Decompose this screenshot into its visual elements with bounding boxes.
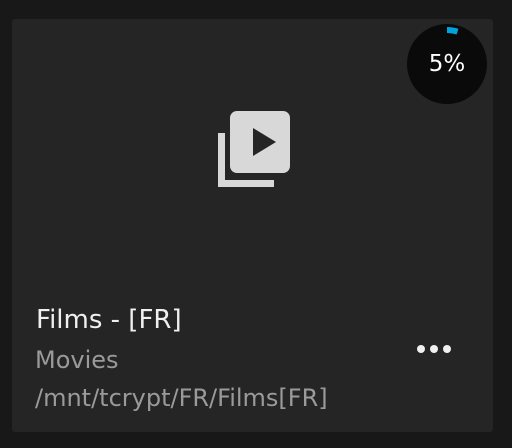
library-type: Movies — [35, 346, 119, 374]
progress-percent: 5% — [428, 51, 466, 77]
library-title[interactable]: Films - [FR] — [36, 303, 182, 337]
library-path: /mnt/tcrypt/FR/Films[FR] — [35, 384, 328, 412]
video-library-icon — [218, 111, 290, 187]
more-horizontal-icon — [417, 345, 451, 353]
scan-progress-indicator: 5% — [407, 24, 487, 104]
more-options-button[interactable] — [412, 337, 456, 363]
library-card[interactable]: 5% Films - [FR] Movies /mnt/tcrypt/FR/Fi… — [12, 19, 493, 432]
